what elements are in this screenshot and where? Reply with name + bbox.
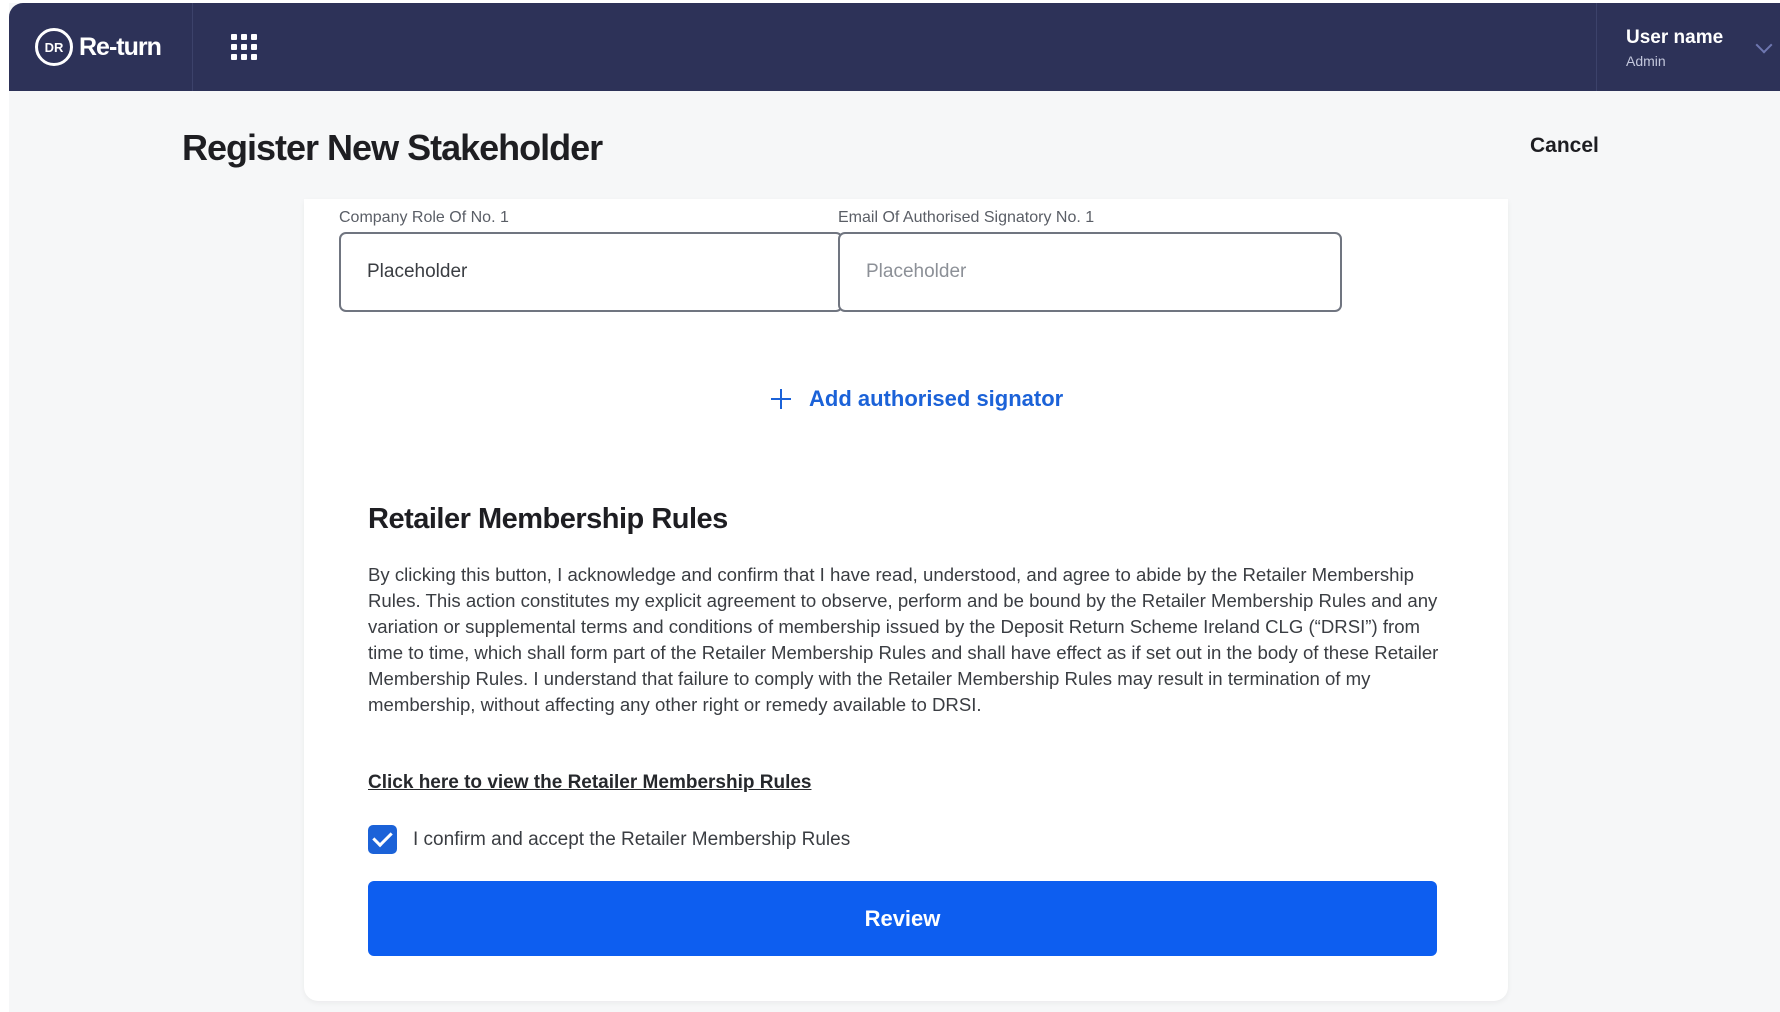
nav-divider (192, 3, 193, 91)
app-window: DR Re-turn User name Admin Register New … (9, 3, 1780, 1012)
chevron-down-icon (1755, 36, 1773, 54)
email-label: Email Of Authorised Signatory No. 1 (838, 209, 1095, 226)
user-name: User name (1626, 27, 1724, 48)
review-button[interactable]: Review (368, 881, 1437, 956)
email-input[interactable] (838, 232, 1342, 312)
company-role-label: Company Role Of No. 1 (339, 209, 509, 226)
apps-grid-icon[interactable] (231, 34, 257, 60)
confirm-rules-row[interactable]: I confirm and accept the Retailer Member… (368, 825, 850, 854)
rules-text: By clicking this button, I acknowledge a… (368, 564, 1439, 715)
user-menu[interactable]: User name Admin (1626, 25, 1776, 71)
add-signator-label: Add authorised signator (809, 386, 1064, 411)
confirm-rules-checkbox[interactable] (368, 825, 397, 854)
plus-icon (771, 389, 791, 409)
user-role: Admin (1626, 53, 1666, 69)
cancel-button[interactable]: Cancel (1530, 134, 1599, 158)
logo-icon: DR (35, 28, 73, 66)
brand-logo[interactable]: DR Re-turn (35, 27, 162, 67)
logo-text: Re-turn (79, 32, 162, 61)
top-navigation-bar: DR Re-turn User name Admin (9, 3, 1780, 91)
nav-divider (1596, 3, 1597, 91)
logo-mark-text: DR (44, 39, 64, 55)
confirm-rules-label: I confirm and accept the Retailer Member… (413, 828, 851, 850)
view-rules-link[interactable]: Click here to view the Retailer Membersh… (368, 772, 811, 794)
page-title: Register New Stakeholder (182, 127, 603, 168)
company-role-input[interactable] (339, 232, 843, 312)
form-card: Company Role Of No. 1 Email Of Authorise… (304, 199, 1508, 1001)
add-authorised-signator-button[interactable]: Add authorised signator (771, 386, 1063, 412)
section-title: Retailer Membership Rules (368, 503, 728, 535)
